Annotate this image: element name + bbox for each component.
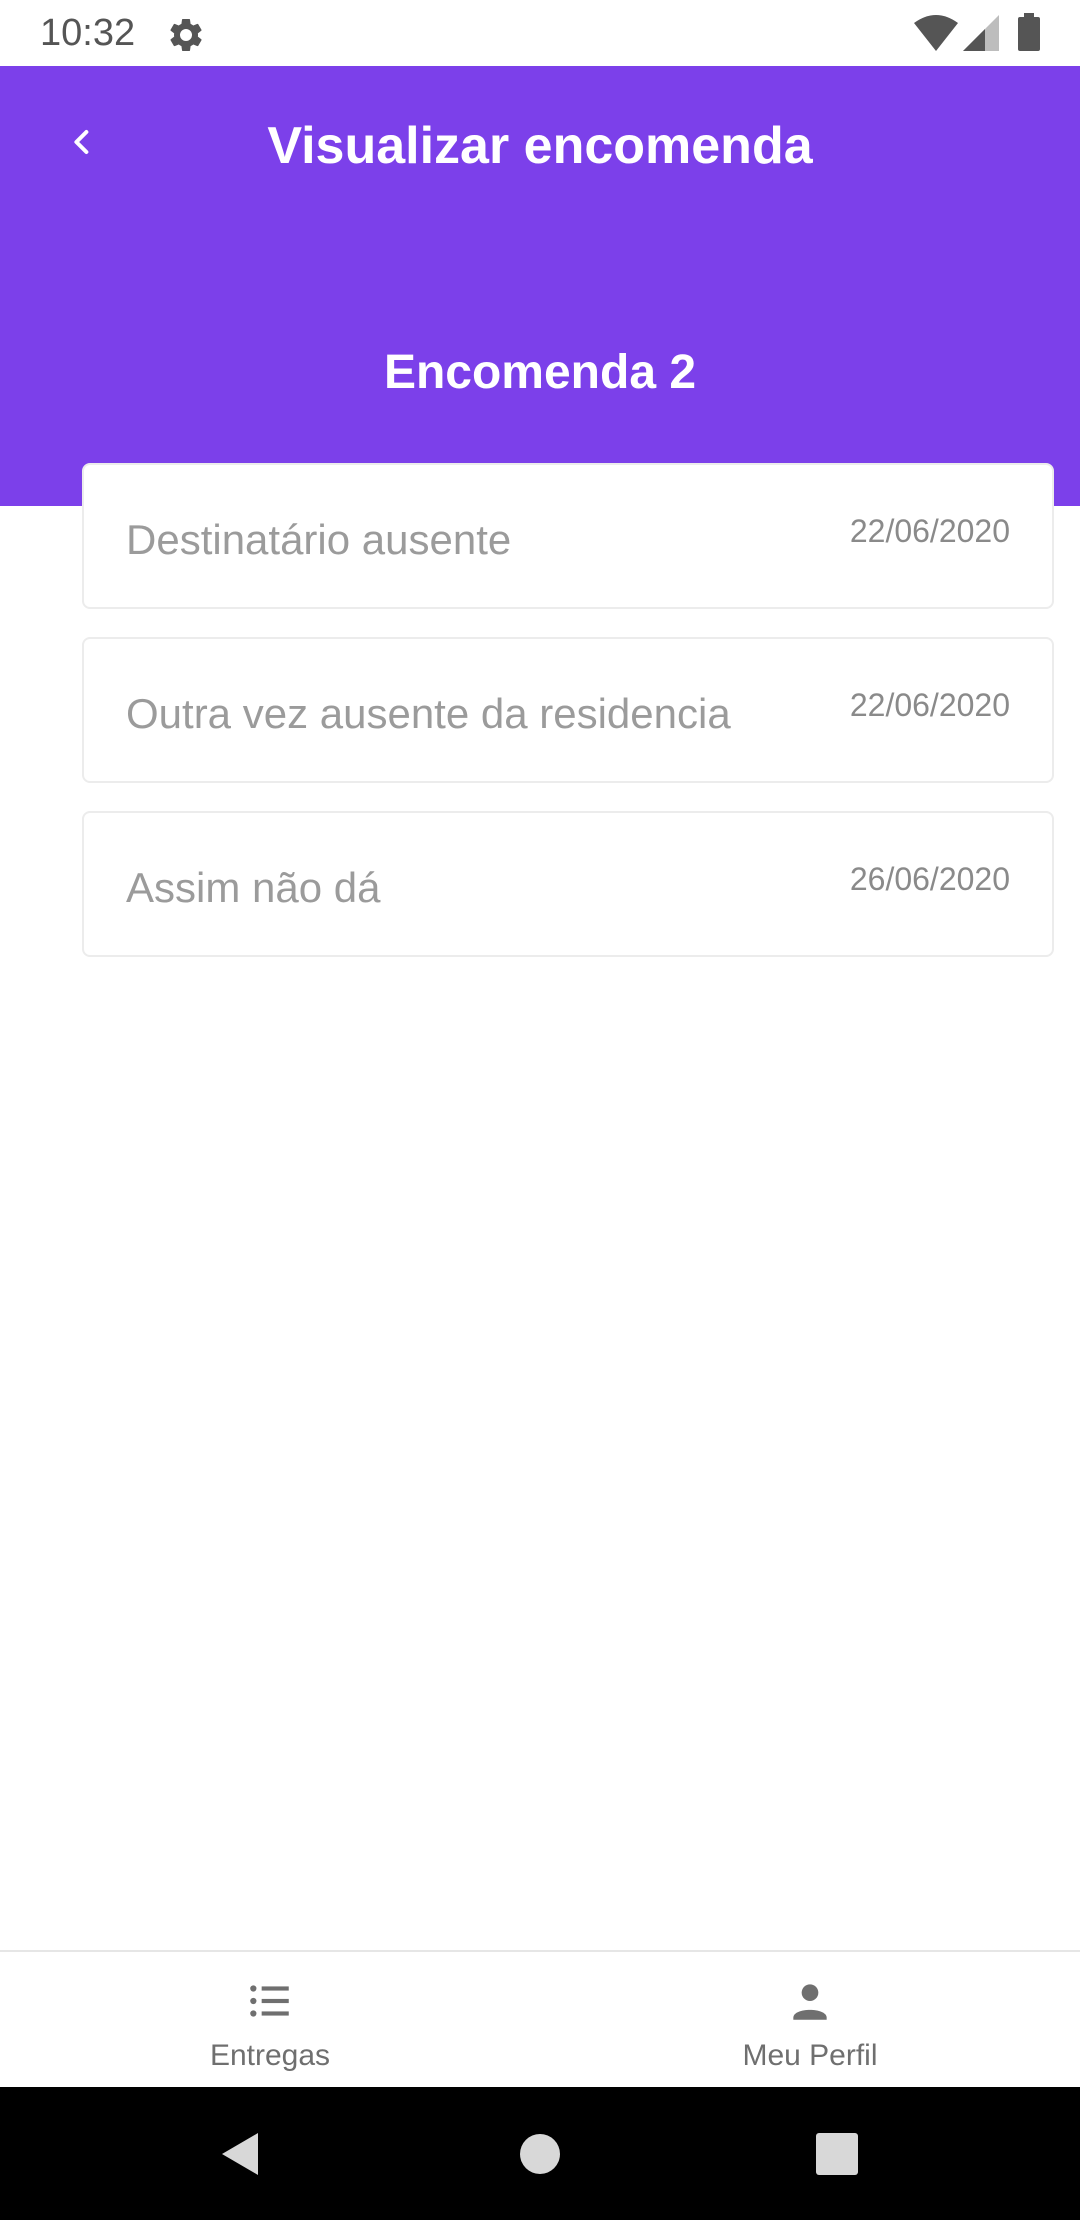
list-item[interactable]: Destinatário ausente 22/06/2020: [82, 463, 1054, 609]
battery-icon: [1018, 13, 1040, 51]
occurrence-description: Assim não dá: [126, 864, 381, 911]
recents-square-icon[interactable]: [810, 2127, 864, 2181]
back-triangle-icon[interactable]: [214, 2127, 268, 2181]
nav-label-meu-perfil: Meu Perfil: [742, 2039, 878, 2072]
bottom-nav: Entregas Meu Perfil: [0, 1950, 1080, 2087]
occurrence-date: 22/06/2020: [849, 687, 1010, 723]
occurrence-list: Destinatário ausente 22/06/2020 Outra ve…: [82, 463, 1054, 985]
gear-icon: [170, 18, 202, 51]
occurrence-description: Outra vez ausente da residencia: [126, 690, 731, 737]
list-item[interactable]: Assim não dá 26/06/2020: [82, 811, 1054, 957]
home-circle-icon[interactable]: [513, 2127, 567, 2181]
header: Visualizar encomenda Encomenda 2: [0, 66, 1080, 506]
wifi-icon: [914, 15, 958, 51]
page-title: Visualizar encomenda: [267, 117, 813, 175]
status-time: 10:32: [40, 12, 136, 54]
occurrence-description: Destinatário ausente: [126, 516, 512, 563]
signal-icon: [963, 15, 999, 51]
occurrence-date: 26/06/2020: [849, 861, 1010, 897]
occurrence-date: 22/06/2020: [849, 513, 1010, 549]
nav-label-entregas: Entregas: [209, 2039, 331, 2072]
person-icon: [793, 1984, 827, 2020]
list-item[interactable]: Outra vez ausente da residencia 22/06/20…: [82, 637, 1054, 783]
system-nav-bar: [0, 2087, 1080, 2220]
list-icon: [250, 1985, 289, 2017]
order-title: Encomenda 2: [383, 346, 697, 399]
nav-item-meu-perfil[interactable]: Meu Perfil: [540, 1952, 1080, 2087]
nav-item-entregas[interactable]: Entregas: [0, 1952, 540, 2087]
screen: 10:32 Visualizar encomenda Encomenda 2 D…: [0, 0, 1080, 2220]
status-bar: 10:32: [0, 0, 1080, 66]
